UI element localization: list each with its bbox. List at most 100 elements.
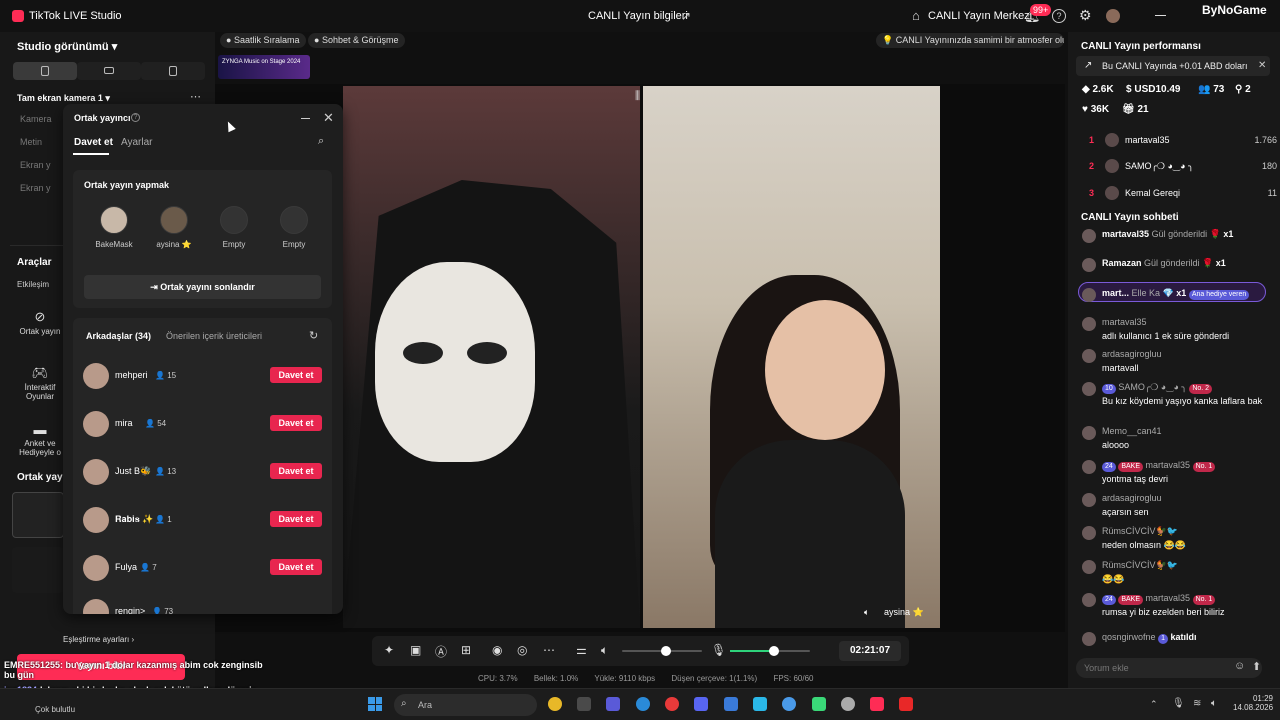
cohost-slot[interactable]: [12, 547, 64, 593]
invite-button[interactable]: Davet et: [270, 511, 322, 527]
discord-icon[interactable]: [694, 697, 708, 711]
home-icon[interactable]: ⌂: [912, 8, 920, 23]
speaker-icon[interactable]: 🔈︎: [864, 607, 869, 618]
gamepad-icon: 🎮︎: [31, 365, 49, 380]
active-tab-indicator: [73, 153, 109, 155]
add-source-icon[interactable]: ⊞: [461, 643, 471, 657]
gear-icon[interactable]: ⚙: [1079, 7, 1092, 24]
minimize-icon[interactable]: [301, 118, 310, 119]
chrome-icon[interactable]: [782, 697, 796, 711]
guest-slot[interactable]: Empty: [204, 206, 264, 249]
speaker-volume-knob[interactable]: [661, 646, 671, 656]
promo-banner[interactable]: ↗ Bu CANLI Yayında +0.01 ABD doları ✕: [1076, 56, 1270, 76]
scene-dropdown[interactable]: Tam ekran kamera 1 ▾: [17, 93, 110, 104]
magic-wand-icon[interactable]: ✦: [384, 643, 394, 657]
windows-start-icon[interactable]: [368, 697, 382, 711]
tab-suggested[interactable]: Önerilen içerik üreticileri: [166, 331, 262, 341]
app-icon[interactable]: [753, 697, 767, 711]
live-center-button[interactable]: CANLI Yayın Merkezi: [928, 10, 1032, 22]
tool-interactive-games[interactable]: 🎮︎ İnteraktif Oyunlar: [14, 365, 66, 401]
source-item[interactable]: Ekran y: [20, 160, 51, 170]
friend-name: 𝐑𝐚𝐛𝐢𝐬 ✨: [115, 514, 154, 524]
wifi-icon[interactable]: ≋: [1193, 698, 1201, 709]
portrait-orientation-button[interactable]: [13, 62, 77, 80]
file-explorer-icon[interactable]: [577, 697, 591, 711]
friend-count: 👤 7: [140, 563, 157, 572]
app-icon[interactable]: [724, 697, 738, 711]
leaderboard-row[interactable]: 3 Kemal Gereqi 11: [1082, 185, 1277, 203]
info-icon[interactable]: ?: [131, 113, 140, 122]
mic-tray-icon[interactable]: 🎙︎: [1172, 698, 1185, 709]
guest-slot[interactable]: BakeMask: [84, 206, 144, 249]
record-icon[interactable]: ◉: [492, 643, 502, 657]
tray-chevron-icon[interactable]: ⌃: [1150, 699, 1158, 710]
tool-poll[interactable]: ▬ Anket ve Hediyeyle o: [14, 422, 66, 457]
overlay-chat-line: bu gün: [4, 670, 34, 680]
share-icon[interactable]: ↗: [681, 9, 691, 23]
avatar: [1082, 317, 1096, 331]
invite-button[interactable]: Davet et: [270, 463, 322, 479]
close-icon[interactable]: ✕: [1258, 56, 1266, 76]
split-orientation-button[interactable]: [141, 62, 205, 80]
guest-slot[interactable]: aysina ⭐: [144, 206, 204, 249]
friend-name: Just B🐝: [115, 466, 152, 476]
speaker-icon[interactable]: 🔈︎: [601, 643, 608, 658]
control-bar: ✦ ▣ Ⓐ ⊞ ◉ ◎ ⋯ ⚌ 🔈︎ 🎙︎ 02:21:07: [372, 636, 909, 666]
source-item[interactable]: Ekran y: [20, 183, 51, 193]
tiktok-taskbar-icon[interactable]: [870, 697, 884, 711]
chrome-icon[interactable]: [548, 697, 562, 711]
tab-friends[interactable]: Arkadaşlar (34): [86, 331, 151, 341]
teams-icon[interactable]: [606, 697, 620, 711]
volume-tray-icon[interactable]: 🔈︎: [1211, 698, 1217, 709]
source-item[interactable]: Kamera: [20, 114, 52, 124]
youtube-icon[interactable]: [899, 697, 913, 711]
mic-icon[interactable]: 🎙︎: [711, 643, 726, 657]
chat-call-chip[interactable]: ● Sohbet & Görüşme: [308, 33, 406, 48]
leaderboard-row[interactable]: 1 martaval35 1.766: [1082, 132, 1277, 150]
tab-invite[interactable]: Davet et: [74, 137, 113, 148]
invite-button[interactable]: Davet et: [270, 415, 322, 431]
avatar: [1082, 426, 1096, 440]
invite-button[interactable]: Davet et: [270, 559, 322, 575]
tool-cohost[interactable]: ⊘ Ortak yayın: [14, 309, 66, 336]
minimize-icon[interactable]: [1155, 15, 1166, 16]
mic-volume-knob[interactable]: [769, 646, 779, 656]
invite-button[interactable]: Davet et: [270, 367, 322, 383]
match-settings-link[interactable]: Eşleştirme ayarları ›: [63, 635, 134, 644]
screen-icon[interactable]: ▣: [410, 643, 421, 657]
live-timer: 02:21:07: [839, 641, 901, 661]
replay-icon[interactable]: ◎: [517, 643, 527, 657]
ai-icon[interactable]: Ⓐ: [435, 643, 447, 660]
cohost-slot[interactable]: [12, 492, 64, 538]
end-cohost-button[interactable]: ⇥ Ortak yayını sonlandır: [84, 275, 321, 299]
close-icon[interactable]: ✕: [323, 110, 334, 126]
layout-icon[interactable]: ⫼: [635, 90, 640, 103]
more-icon[interactable]: ⋯: [190, 90, 201, 103]
taskbar-search[interactable]: Ara: [394, 694, 537, 716]
send-icon[interactable]: ⬆: [1252, 660, 1261, 673]
opera-icon[interactable]: [665, 697, 679, 711]
tab-settings[interactable]: Ayarlar: [121, 137, 153, 148]
studio-view-dropdown[interactable]: Studio görünümü ▾: [17, 40, 117, 53]
live-info-button[interactable]: CANLI Yayın bilgileri: [588, 10, 688, 22]
sliders-icon[interactable]: ⚌: [576, 643, 587, 657]
hourly-ranking-chip[interactable]: ● Saatlik Sıralama: [220, 33, 307, 48]
more-icon[interactable]: ⋯: [543, 643, 555, 657]
app-icon[interactable]: [841, 697, 855, 711]
tip-banner[interactable]: 💡 CANLI Yayınınızda samimi bir atmosfer …: [876, 33, 1064, 48]
event-banner[interactable]: ZYNGA Music on Stage 2024: [218, 55, 310, 79]
clock[interactable]: 01:29 14.08.2026: [1233, 694, 1273, 712]
source-item[interactable]: Metin: [20, 137, 42, 147]
guest-slot[interactable]: Empty: [264, 206, 324, 249]
leaderboard-row[interactable]: 2 SAMO╭❍ ◕‿◕ ╮ 180: [1082, 158, 1277, 176]
search-icon[interactable]: ⌕: [318, 135, 324, 148]
stream-stats: CPU: 3.7% Bellek: 1.0% Yükle: 9110 kbps …: [478, 674, 827, 683]
avatar[interactable]: [1106, 9, 1120, 23]
app-icon[interactable]: [812, 697, 826, 711]
refresh-icon[interactable]: ↻: [309, 329, 318, 342]
emoji-icon[interactable]: ☺: [1234, 660, 1245, 672]
gifts-stat: 🎁︎ 21: [1122, 104, 1149, 115]
edge-icon[interactable]: [636, 697, 650, 711]
landscape-orientation-button[interactable]: [77, 62, 141, 80]
help-icon[interactable]: ?: [1052, 9, 1066, 23]
